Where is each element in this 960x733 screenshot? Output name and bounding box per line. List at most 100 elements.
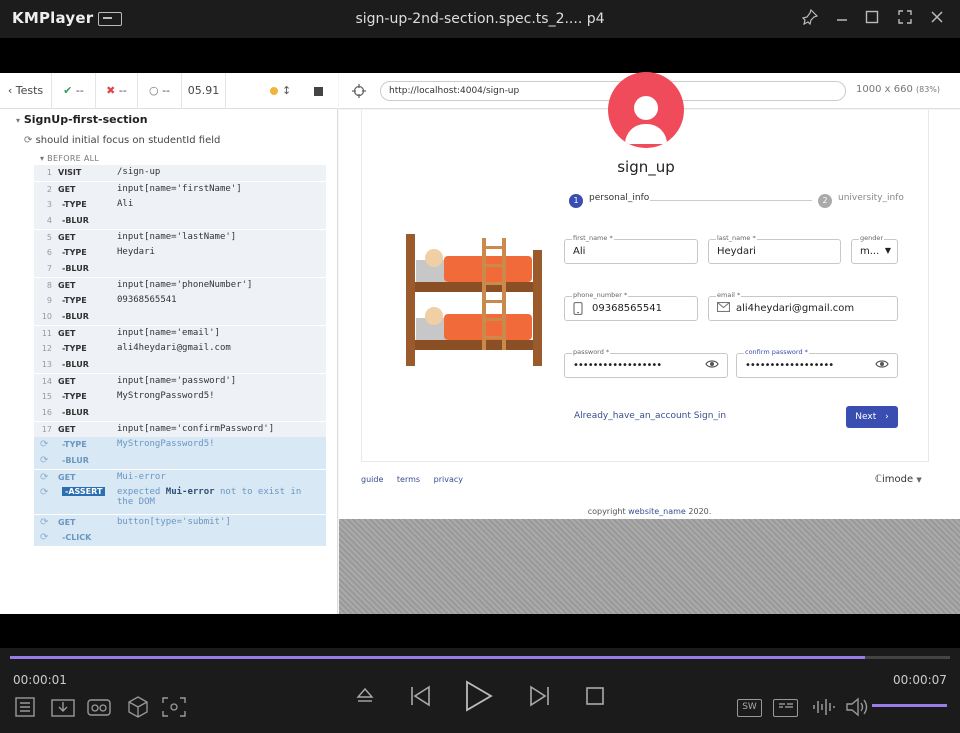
reporter-panel: ‹ Tests ✔ -- ✖ -- ○ -- 05.91 ↕ ▾ SignUp-… <box>0 73 338 614</box>
phone-number-field[interactable]: phone_number * 09368565541 <box>564 291 698 321</box>
fullscreen-icon[interactable] <box>895 9 915 29</box>
subtitle-icon[interactable] <box>773 699 798 717</box>
check-icon: ✔ <box>63 84 73 97</box>
tests-back-button[interactable]: ‹ Tests <box>0 73 52 109</box>
spinner-icon: ⟳ <box>40 532 49 543</box>
download-icon[interactable] <box>51 697 75 722</box>
next-icon[interactable] <box>528 684 552 713</box>
email-field[interactable]: email * ali4heydari@gmail.com <box>708 291 898 321</box>
command-row-pending[interactable]: ⟳ GET button[type='submit'] <box>34 514 326 530</box>
running-dot-icon <box>270 87 278 95</box>
command-row[interactable]: 9 -TYPE 09368565541 <box>34 293 326 309</box>
chevron-right-icon: › <box>885 412 889 422</box>
command-log: 1 VISIT/sign-up 2 GET input[name='firstName… <box>34 165 326 546</box>
command-row[interactable]: 11 GET input[name='email'] <box>34 325 326 341</box>
sign-in-link[interactable]: Already_have_an_account Sign_in <box>574 411 726 421</box>
seek-bar[interactable] <box>10 656 950 659</box>
play-icon[interactable] <box>462 680 494 717</box>
title-bar: KMPlayer sign-up-2nd-section.spec.ts_2..… <box>0 0 960 38</box>
command-row-pending[interactable]: ⟳ -CLICK <box>34 530 326 546</box>
previous-icon[interactable] <box>408 684 432 713</box>
language-select[interactable]: ℂimode ▼ <box>875 474 922 485</box>
reporter-header: ‹ Tests ✔ -- ✖ -- ○ -- 05.91 ↕ <box>0 73 338 109</box>
viewport-info[interactable]: 1000 x 660 (83%) <box>856 84 940 95</box>
gender-select[interactable]: gender m... ▼ <box>851 234 898 264</box>
circle-icon: ○ <box>148 84 159 97</box>
footer-links: guide terms privacy <box>361 475 474 484</box>
duration: 05.91 <box>182 73 226 109</box>
pending-count: ○ -- <box>138 73 182 109</box>
seek-progress <box>10 656 866 659</box>
command-row[interactable]: 14 GET input[name='password'] <box>34 373 326 389</box>
kmplayer-window: KMPlayer sign-up-2nd-section.spec.ts_2..… <box>0 0 960 733</box>
stop-icon[interactable] <box>314 87 323 96</box>
stepper-connector <box>650 200 812 201</box>
volume-slider[interactable] <box>872 704 947 707</box>
command-row-pending[interactable]: ⟳ GET Mui-error <box>34 469 326 485</box>
eye-icon[interactable] <box>705 359 719 372</box>
spinner-icon: ⟳ <box>40 472 49 483</box>
test-title[interactable]: ⟳ should initial focus on studentId fiel… <box>24 135 220 146</box>
command-row[interactable]: 13 -BLUR <box>34 357 326 373</box>
terms-link[interactable]: terms <box>397 475 420 484</box>
chevron-left-icon: ‹ <box>7 84 13 97</box>
command-row[interactable]: 5 GET input[name='lastName'] <box>34 229 326 245</box>
spinner-icon: ⟳ <box>40 487 49 498</box>
3d-cube-icon[interactable] <box>127 696 149 723</box>
website-link[interactable]: website_name <box>628 507 686 516</box>
playlist-icon[interactable] <box>15 697 35 722</box>
failed-count: ✖ -- <box>96 73 138 109</box>
spinner-icon: ⟳ <box>40 439 49 450</box>
selector-playground-icon[interactable] <box>352 83 366 102</box>
first-name-field[interactable]: first_name * Ali <box>564 234 698 264</box>
player-controls: 00:00:01 00:00:07 SW <box>0 648 960 733</box>
stop-icon[interactable] <box>585 686 605 711</box>
maximize-icon[interactable] <box>862 9 882 29</box>
command-row-pending[interactable]: ⟳ -TYPE MyStrongPassword5! <box>34 437 326 453</box>
command-row[interactable]: 1 VISIT/sign-up <box>34 165 326 181</box>
bunk-bed-illustration <box>406 234 542 366</box>
command-row[interactable]: 17 GET input[name='confirmPassword'] <box>34 421 326 437</box>
command-row[interactable]: 16 -BLUR <box>34 405 326 421</box>
mail-icon <box>716 301 731 315</box>
command-row[interactable]: 15 -TYPE MyStrongPassword5! <box>34 389 326 405</box>
next-button[interactable]: Next › <box>846 406 898 428</box>
spec-title[interactable]: ▾ SignUp-first-section <box>16 113 148 126</box>
close-icon[interactable] <box>927 9 947 29</box>
total-time: 00:00:07 <box>893 673 947 687</box>
command-row[interactable]: 8 GET input[name='phoneNumber'] <box>34 277 326 293</box>
guide-link[interactable]: guide <box>361 475 383 484</box>
minimize-icon[interactable] <box>832 9 852 29</box>
command-row[interactable]: 12 -TYPE ali4heydari@gmail.com <box>34 341 326 357</box>
command-row[interactable]: 2 GET input[name='firstName'] <box>34 181 326 197</box>
command-row[interactable]: 6 -TYPE Heydari <box>34 245 326 261</box>
vr-icon[interactable] <box>87 697 111 722</box>
command-row-pending[interactable]: ⟳ -BLUR <box>34 453 326 469</box>
capture-icon[interactable] <box>162 697 186 722</box>
confirm-password-field[interactable]: confirm password * •••••••••••••••••• <box>736 348 898 378</box>
eject-icon[interactable] <box>355 686 375 711</box>
volume-icon[interactable] <box>845 697 869 722</box>
pin-icon[interactable] <box>800 8 820 29</box>
last-name-field[interactable]: last_name * Heydari <box>708 234 841 264</box>
before-all-hook[interactable]: ▾ BEFORE ALL <box>40 154 99 163</box>
avatar-icon <box>608 72 684 148</box>
command-row-assert[interactable]: ⟳ -ASSERT expected Mui-error not to exis… <box>34 485 326 514</box>
app-under-test: sign_up 1 personal_info 2 university_inf… <box>339 72 960 519</box>
eye-icon[interactable] <box>875 359 889 372</box>
privacy-link[interactable]: privacy <box>434 475 463 484</box>
spinner-icon: ⟳ <box>40 517 49 528</box>
command-row[interactable]: 4 -BLUR <box>34 213 326 229</box>
menu-icon[interactable] <box>98 12 122 26</box>
subtitle-sw-icon[interactable]: SW <box>737 699 762 717</box>
password-field[interactable]: password * •••••••••••••••••• <box>564 348 728 378</box>
command-row[interactable]: 3 -TYPE Ali <box>34 197 326 213</box>
autoscroll-icon[interactable]: ↕ <box>282 73 291 109</box>
step-1-label: personal_info <box>589 193 650 203</box>
equalizer-icon[interactable] <box>812 697 836 722</box>
phone-icon <box>573 301 583 318</box>
app-logo: KMPlayer <box>12 9 94 27</box>
command-row[interactable]: 7 -BLUR <box>34 261 326 277</box>
x-icon: ✖ <box>106 84 116 97</box>
command-row[interactable]: 10 -BLUR <box>34 309 326 325</box>
